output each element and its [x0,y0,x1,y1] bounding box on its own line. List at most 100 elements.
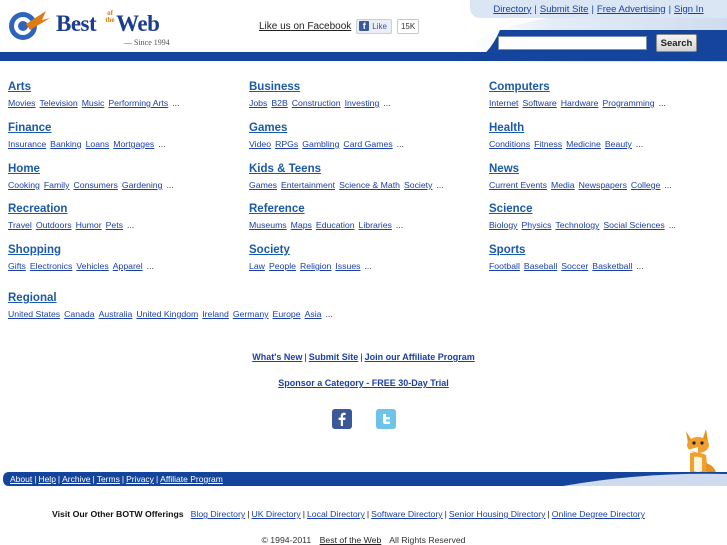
subcategory-link[interactable]: Medicine [566,139,601,149]
subcategory-link[interactable]: People [269,261,296,271]
subcategory-link[interactable]: RPGs [275,139,298,149]
subcategory-link[interactable]: Software [522,98,556,108]
subcategory-link[interactable]: Gambling [302,139,339,149]
topnav-sign-in[interactable]: Sign In [674,4,704,15]
subcategory-link[interactable]: Construction [292,98,341,108]
subcategory-link[interactable]: United States [8,309,60,319]
subcategory-link[interactable]: Banking [50,139,81,149]
category-title[interactable]: Regional [8,292,408,307]
subcategory-link[interactable]: Apparel [113,261,143,271]
category-title[interactable]: Science [489,203,724,218]
offering-link-software-directory[interactable]: Software Directory [371,509,442,519]
subcategory-link[interactable]: Australia [99,309,133,319]
subcategory-link[interactable]: Pets [106,220,123,230]
subcategory-link[interactable]: Outdoors [36,220,72,230]
topnav-submit-site[interactable]: Submit Site [540,4,589,15]
offering-link-online-degree-directory[interactable]: Online Degree Directory [552,509,645,519]
subcategory-link[interactable]: Society [404,180,433,190]
offering-link-local-directory[interactable]: Local Directory [307,509,365,519]
subcategory-link[interactable]: Video [249,139,271,149]
category-title[interactable]: Recreation [8,203,243,218]
subcategory-link[interactable]: Movies [8,98,36,108]
subcategory-link[interactable]: Games [249,180,277,190]
subcategory-link[interactable]: Media [551,180,575,190]
subcategory-link[interactable]: Music [82,98,105,108]
subcategory-link[interactable]: Fitness [534,139,562,149]
facebook-like-button[interactable]: f Like [356,18,392,34]
category-title[interactable]: Arts [8,81,243,96]
subcategory-link[interactable]: Social Sciences [603,220,664,230]
subcategory-link[interactable]: Consumers [73,180,117,190]
subcategory-link[interactable]: Baseball [524,261,557,271]
sponsor-category-link[interactable]: Sponsor a Category - FREE 30-Day Trial [278,378,449,388]
subcategory-link[interactable]: Humor [76,220,102,230]
subcategory-link[interactable]: Hardware [561,98,599,108]
subcategory-link[interactable]: Newspapers [579,180,627,190]
footer-link-about[interactable]: About [10,474,32,484]
subcategory-link[interactable]: Programming [602,98,654,108]
footer-link-help[interactable]: Help [38,474,55,484]
subcategory-link[interactable]: Vehicles [76,261,108,271]
subcategory-link[interactable]: Internet [489,98,518,108]
subcategory-link[interactable]: Soccer [561,261,588,271]
subcategory-link[interactable]: Education [316,220,355,230]
category-title[interactable]: Society [249,244,484,259]
subcategory-link[interactable]: Card Games [343,139,392,149]
category-title[interactable]: Reference [249,203,484,218]
facebook-link[interactable]: Like us on Facebook [259,21,351,32]
site-logo[interactable]: Best Web of the — Since 1994 [6,6,181,47]
category-title[interactable]: Games [249,122,484,137]
subcategory-link[interactable]: Canada [64,309,94,319]
subcategory-link[interactable]: Asia [305,309,322,319]
subcategory-link[interactable]: Travel [8,220,32,230]
footer-link-terms[interactable]: Terms [97,474,120,484]
submit-site-link[interactable]: Submit Site [309,352,359,362]
subcategory-link[interactable]: Mortgages [113,139,154,149]
offering-link-senior-housing-directory[interactable]: Senior Housing Directory [449,509,546,519]
subcategory-link[interactable]: Performing Arts [108,98,168,108]
subcategory-link[interactable]: Investing [345,98,380,108]
topnav-free-advertising[interactable]: Free Advertising [597,4,666,15]
subcategory-link[interactable]: Technology [555,220,599,230]
subcategory-link[interactable]: Electronics [30,261,73,271]
offering-link-uk-directory[interactable]: UK Directory [251,509,300,519]
category-title[interactable]: Finance [8,122,243,137]
subcategory-link[interactable]: Libraries [359,220,392,230]
subcategory-link[interactable]: Family [44,180,70,190]
subcategory-link[interactable]: Museums [249,220,287,230]
subcategory-link[interactable]: B2B [271,98,287,108]
affiliate-program-link[interactable]: Join our Affiliate Program [365,352,475,362]
copyright-site-link[interactable]: Best of the Web [320,535,382,545]
subcategory-link[interactable]: Insurance [8,139,46,149]
subcategory-link[interactable]: Religion [300,261,331,271]
category-title[interactable]: Shopping [8,244,243,259]
search-input[interactable] [498,36,647,50]
category-title[interactable]: Computers [489,81,724,96]
category-title[interactable]: News [489,163,724,178]
search-button[interactable]: Search [656,34,697,52]
category-title[interactable]: Home [8,163,243,178]
twitter-icon[interactable] [376,409,396,429]
footer-link-privacy[interactable]: Privacy [126,474,154,484]
subcategory-link[interactable]: Loans [86,139,110,149]
category-title[interactable]: Business [249,81,484,96]
whats-new-link[interactable]: What's New [252,352,302,362]
subcategory-link[interactable]: Ireland [202,309,229,319]
category-title[interactable]: Kids & Teens [249,163,484,178]
subcategory-link[interactable]: College [631,180,660,190]
subcategory-link[interactable]: Gifts [8,261,26,271]
subcategory-link[interactable]: Gardening [122,180,163,190]
subcategory-link[interactable]: Basketball [592,261,632,271]
subcategory-link[interactable]: Cooking [8,180,40,190]
category-title[interactable]: Sports [489,244,724,259]
subcategory-link[interactable]: Germany [233,309,269,319]
subcategory-link[interactable]: Entertainment [281,180,335,190]
subcategory-link[interactable]: Beauty [605,139,632,149]
subcategory-link[interactable]: Physics [522,220,552,230]
subcategory-link[interactable]: Biology [489,220,518,230]
subcategory-link[interactable]: Television [40,98,78,108]
subcategory-link[interactable]: Issues [335,261,360,271]
topnav-directory[interactable]: Directory [493,4,531,15]
subcategory-link[interactable]: Europe [273,309,301,319]
subcategory-link[interactable]: Football [489,261,520,271]
